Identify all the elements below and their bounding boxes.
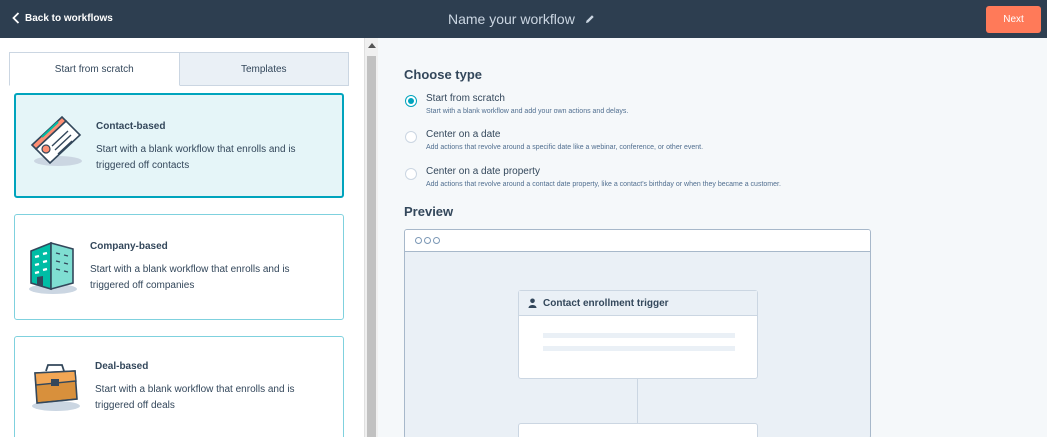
placeholder-line xyxy=(543,346,735,351)
window-dot-icon xyxy=(424,237,431,244)
radio-button[interactable] xyxy=(405,168,417,180)
option-help: Add actions that revolve around a specif… xyxy=(426,144,704,151)
tab-templates[interactable]: Templates xyxy=(179,52,349,86)
left-panel-scrollbar[interactable] xyxy=(364,38,378,437)
card-title: Company-based xyxy=(90,241,168,252)
type-and-preview-panel: Choose type Start from scratch Start wit… xyxy=(378,38,1047,437)
contact-card-icon xyxy=(30,115,82,166)
next-action-card xyxy=(518,423,758,437)
workflow-name: Name your workflow xyxy=(448,11,575,27)
chevron-left-icon xyxy=(12,12,20,24)
preview-heading: Preview xyxy=(404,204,454,219)
workflow-type-panel: Start from scratch Templates Contact-bas… xyxy=(0,38,364,437)
workflow-name-editor[interactable]: Name your workflow xyxy=(448,11,595,27)
trigger-title: Contact enrollment trigger xyxy=(543,297,669,309)
building-icon xyxy=(29,241,77,294)
scroll-up-arrow-icon[interactable] xyxy=(368,43,376,48)
card-description: Start with a blank workflow that enrolls… xyxy=(95,384,295,411)
option-help: Add actions that revolve around a contac… xyxy=(426,181,781,188)
company-based-card[interactable]: Company-based Start with a blank workflo… xyxy=(14,214,344,320)
pencil-icon xyxy=(585,15,594,23)
option-help: Start with a blank workflow and add your… xyxy=(426,108,629,115)
choose-type-heading: Choose type xyxy=(404,67,483,82)
contact-based-card[interactable]: Contact-based Start with a blank workflo… xyxy=(14,93,344,198)
back-to-workflows-link[interactable]: Back to workflows xyxy=(12,12,113,24)
top-bar: Back to workflows Name your workflow Nex… xyxy=(0,0,1047,38)
option-start-from-scratch[interactable]: Start from scratch Start with a blank wo… xyxy=(405,93,905,119)
radio-button[interactable] xyxy=(405,95,417,107)
scroll-thumb[interactable] xyxy=(367,56,376,437)
tab-bar: Start from scratch Templates xyxy=(9,52,349,86)
option-label: Center on a date property xyxy=(426,166,540,177)
connector-line xyxy=(637,379,638,423)
option-label: Center on a date xyxy=(426,129,501,140)
preview-window-bar xyxy=(405,230,870,252)
tab-start-from-scratch[interactable]: Start from scratch xyxy=(9,52,180,86)
workflow-preview: Contact enrollment trigger xyxy=(404,229,871,437)
placeholder-line xyxy=(543,333,735,338)
radio-button[interactable] xyxy=(405,131,417,143)
contact-person-icon xyxy=(528,298,537,308)
window-dot-icon xyxy=(433,237,440,244)
enrollment-trigger-card: Contact enrollment trigger xyxy=(518,290,758,379)
option-center-on-date-property[interactable]: Center on a date property Add actions th… xyxy=(405,166,905,192)
back-label: Back to workflows xyxy=(25,12,113,24)
deal-based-card[interactable]: Deal-based Start with a blank workflow t… xyxy=(14,336,344,437)
card-description: Start with a blank workflow that enrolls… xyxy=(96,144,296,171)
next-button[interactable]: Next xyxy=(986,6,1041,33)
trigger-card-header: Contact enrollment trigger xyxy=(519,291,757,316)
window-dot-icon xyxy=(415,237,422,244)
option-center-on-date[interactable]: Center on a date Add actions that revolv… xyxy=(405,129,905,155)
briefcase-icon xyxy=(32,364,80,411)
card-title: Deal-based xyxy=(95,361,149,372)
card-title: Contact-based xyxy=(96,121,166,132)
option-label: Start from scratch xyxy=(426,93,505,104)
card-description: Start with a blank workflow that enrolls… xyxy=(90,264,290,291)
